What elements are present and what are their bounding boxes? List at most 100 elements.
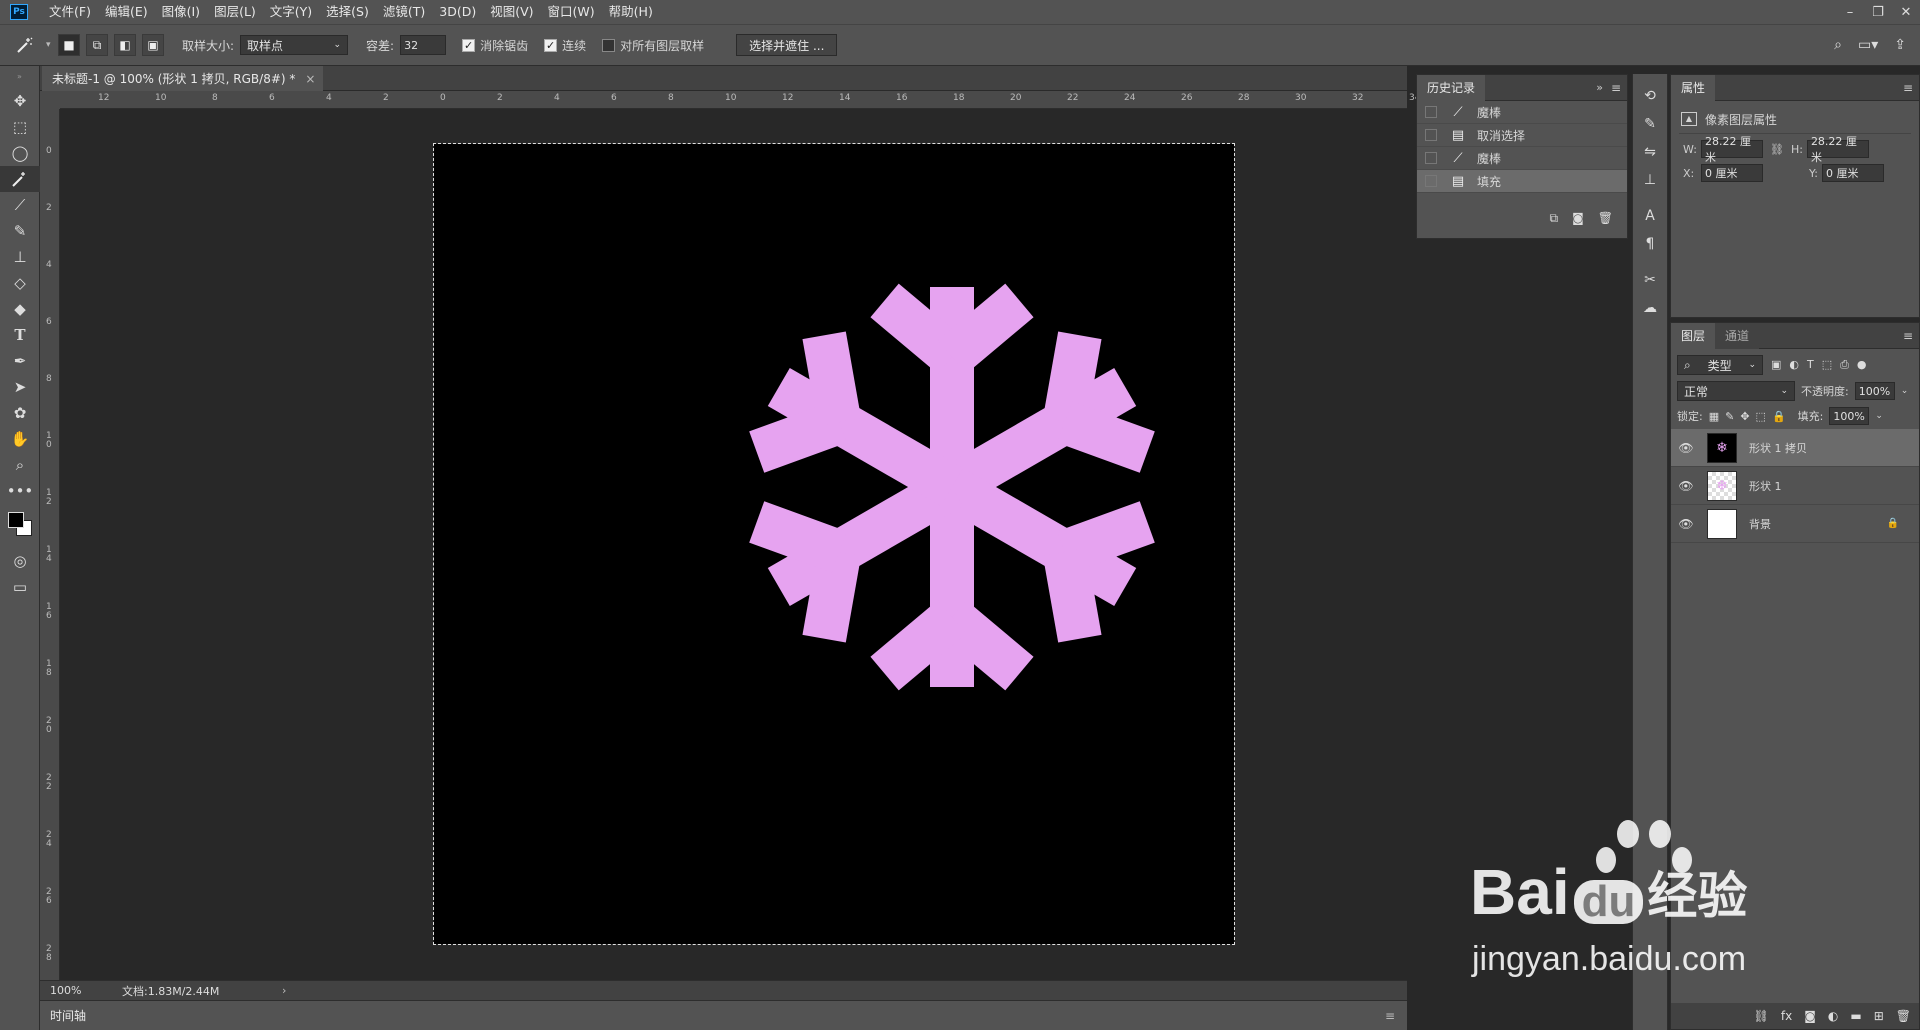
- quick-mask-icon[interactable]: ◎: [0, 548, 40, 574]
- paragraph-panel-icon[interactable]: ¶: [1633, 230, 1667, 258]
- link-layers-icon[interactable]: ⛓: [1754, 1009, 1769, 1023]
- share-icon[interactable]: ⇪: [1894, 37, 1906, 53]
- history-checkbox[interactable]: [1425, 106, 1437, 118]
- eyedropper-tool-icon[interactable]: ⟋: [0, 192, 40, 218]
- move-tool-icon[interactable]: ✥: [0, 88, 40, 114]
- trash-icon[interactable]: 🗑: [1598, 211, 1613, 226]
- add-mask-icon[interactable]: ◙: [1804, 1009, 1816, 1023]
- new-layer-icon[interactable]: ⊞: [1874, 1009, 1884, 1023]
- type-tool-icon[interactable]: T: [0, 322, 40, 348]
- eye-icon[interactable]: 👁: [1671, 441, 1701, 455]
- eraser-tool-icon[interactable]: ◇: [0, 270, 40, 296]
- collapse-icon[interactable]: »: [1596, 81, 1603, 94]
- menu-image[interactable]: 图像(I): [155, 0, 207, 24]
- menu-select[interactable]: 选择(S): [319, 0, 376, 24]
- timeline-tab[interactable]: 时间轴: [40, 1007, 97, 1024]
- document-canvas[interactable]: [433, 143, 1235, 945]
- antialias-option[interactable]: ✓ 消除锯齿: [462, 37, 528, 54]
- search-icon[interactable]: ⌕: [1834, 37, 1842, 53]
- opacity-field[interactable]: 100%: [1854, 382, 1895, 400]
- new-document-from-state-icon[interactable]: ⧉: [1550, 211, 1559, 226]
- channels-tab[interactable]: 通道: [1715, 322, 1760, 349]
- filter-kind-icons[interactable]: ▣◐T⬚⎙●: [1771, 358, 1875, 372]
- menu-3d[interactable]: 3D(D): [432, 0, 483, 24]
- subtract-selection-icon[interactable]: ◧: [114, 34, 136, 56]
- select-and-mask-button[interactable]: 选择并遮住 ...: [736, 34, 838, 56]
- tool-presets-icon[interactable]: ✂: [1633, 266, 1667, 294]
- restore-icon[interactable]: ❐: [1864, 5, 1892, 20]
- blend-mode-dropdown[interactable]: 正常 ⌄: [1677, 381, 1795, 401]
- workspace-icon[interactable]: ▭▾: [1858, 37, 1878, 53]
- snapshot-icon[interactable]: ◙: [1572, 211, 1584, 226]
- paint-bucket-tool-icon[interactable]: ◆: [0, 296, 40, 322]
- hand-tool-icon[interactable]: ✋: [0, 426, 40, 452]
- history-checkbox[interactable]: [1425, 175, 1437, 187]
- magic-wand-preset-icon[interactable]: [10, 36, 40, 54]
- lasso-tool-icon[interactable]: ◯: [0, 140, 40, 166]
- contiguous-option[interactable]: ✓ 连续: [544, 37, 586, 54]
- menu-edit[interactable]: 编辑(E): [98, 0, 155, 24]
- new-group-icon[interactable]: ▬: [1850, 1009, 1861, 1023]
- chevron-down-icon[interactable]: ⌄: [1901, 386, 1909, 396]
- path-select-tool-icon[interactable]: ➤: [0, 374, 40, 400]
- menu-help[interactable]: 帮助(H): [602, 0, 660, 24]
- minimize-icon[interactable]: –: [1836, 5, 1864, 20]
- trash-icon[interactable]: 🗑: [1896, 1009, 1911, 1023]
- adjustment-layer-icon[interactable]: ◐: [1828, 1009, 1838, 1023]
- layer-row[interactable]: 👁 背景 🔒: [1671, 505, 1919, 543]
- menu-layer[interactable]: 图层(L): [207, 0, 263, 24]
- link-icon[interactable]: ⛓: [1767, 143, 1787, 156]
- layer-row[interactable]: 👁 ❄ 形状 1: [1671, 467, 1919, 505]
- character-panel-icon[interactable]: A: [1633, 202, 1667, 230]
- history-panel-icon[interactable]: ⟲: [1633, 82, 1667, 110]
- add-selection-icon[interactable]: ⧉: [86, 34, 108, 56]
- y-field[interactable]: 0 厘米: [1821, 164, 1884, 182]
- color-swatches[interactable]: [0, 504, 39, 548]
- sample-size-dropdown[interactable]: 取样点 ⌄: [240, 35, 349, 55]
- menu-type[interactable]: 文字(Y): [263, 0, 319, 24]
- status-menu-icon[interactable]: ›: [282, 984, 286, 997]
- close-tab-icon[interactable]: ×: [305, 72, 315, 86]
- eye-icon[interactable]: 👁: [1671, 517, 1701, 531]
- chevron-down-icon[interactable]: ⌄: [1875, 411, 1883, 421]
- history-checkbox[interactable]: [1425, 152, 1437, 164]
- history-checkbox[interactable]: [1425, 129, 1437, 141]
- height-field[interactable]: 28.22 厘米: [1806, 135, 1869, 164]
- stamp-tool-icon[interactable]: ⊥: [0, 244, 40, 270]
- layer-name[interactable]: 背景: [1749, 516, 1771, 532]
- new-selection-icon[interactable]: ■: [58, 34, 80, 56]
- layers-tab[interactable]: 图层: [1671, 322, 1716, 349]
- width-field[interactable]: 28.22 厘米: [1700, 135, 1763, 164]
- menu-window[interactable]: 窗口(W): [541, 0, 602, 24]
- history-item[interactable]: ▤ 取消选择: [1417, 124, 1627, 147]
- antialias-checkbox[interactable]: ✓: [462, 38, 476, 52]
- screen-mode-icon[interactable]: ▭: [0, 574, 40, 600]
- adjustments-icon[interactable]: ⇋: [1633, 138, 1667, 166]
- lock-options-icons[interactable]: ▦✎✥⬚🔒: [1709, 410, 1792, 423]
- all-layers-option[interactable]: 对所有图层取样: [602, 37, 704, 54]
- marquee-tool-icon[interactable]: ⬚: [0, 114, 40, 140]
- panel-menu-icon[interactable]: ≡: [1903, 329, 1913, 343]
- panel-menu-icon[interactable]: ≡: [1903, 81, 1913, 95]
- contiguous-checkbox[interactable]: ✓: [544, 38, 558, 52]
- zoom-tool-icon[interactable]: ⌕: [0, 452, 40, 478]
- panel-collapse-icon[interactable]: »: [0, 66, 39, 88]
- magic-wand-tool-icon[interactable]: [0, 166, 40, 192]
- document-tab[interactable]: 未标题-1 @ 100% (形状 1 拷贝, RGB/8#) * ×: [42, 66, 324, 91]
- menu-view[interactable]: 视图(V): [483, 0, 540, 24]
- libraries-icon[interactable]: ☁: [1633, 294, 1667, 322]
- pen-tool-icon[interactable]: ✒: [0, 348, 40, 374]
- intersect-selection-icon[interactable]: ▣: [142, 34, 164, 56]
- foreground-color-swatch[interactable]: [8, 512, 24, 528]
- layer-name[interactable]: 形状 1 拷贝: [1749, 440, 1807, 456]
- layer-filter-dropdown[interactable]: ⌕ 类型 ⌄: [1677, 355, 1763, 375]
- close-icon[interactable]: ✕: [1892, 5, 1920, 20]
- lock-icon[interactable]: 🔒: [1887, 518, 1899, 529]
- brush-settings-icon[interactable]: ✎: [1633, 110, 1667, 138]
- history-item[interactable]: ▤ 填充: [1417, 170, 1627, 193]
- panel-menu-icon[interactable]: ≡: [1611, 81, 1621, 95]
- vertical-ruler[interactable]: 0 2 4 6 8 1 0 1 2 1 4 1 6 1 8 2 0 2 2 2 4 2 6 2 8: [40, 109, 60, 980]
- fill-field[interactable]: 100%: [1829, 407, 1870, 425]
- history-item[interactable]: ⟋ 魔棒: [1417, 147, 1627, 170]
- tolerance-input[interactable]: 32: [400, 35, 447, 55]
